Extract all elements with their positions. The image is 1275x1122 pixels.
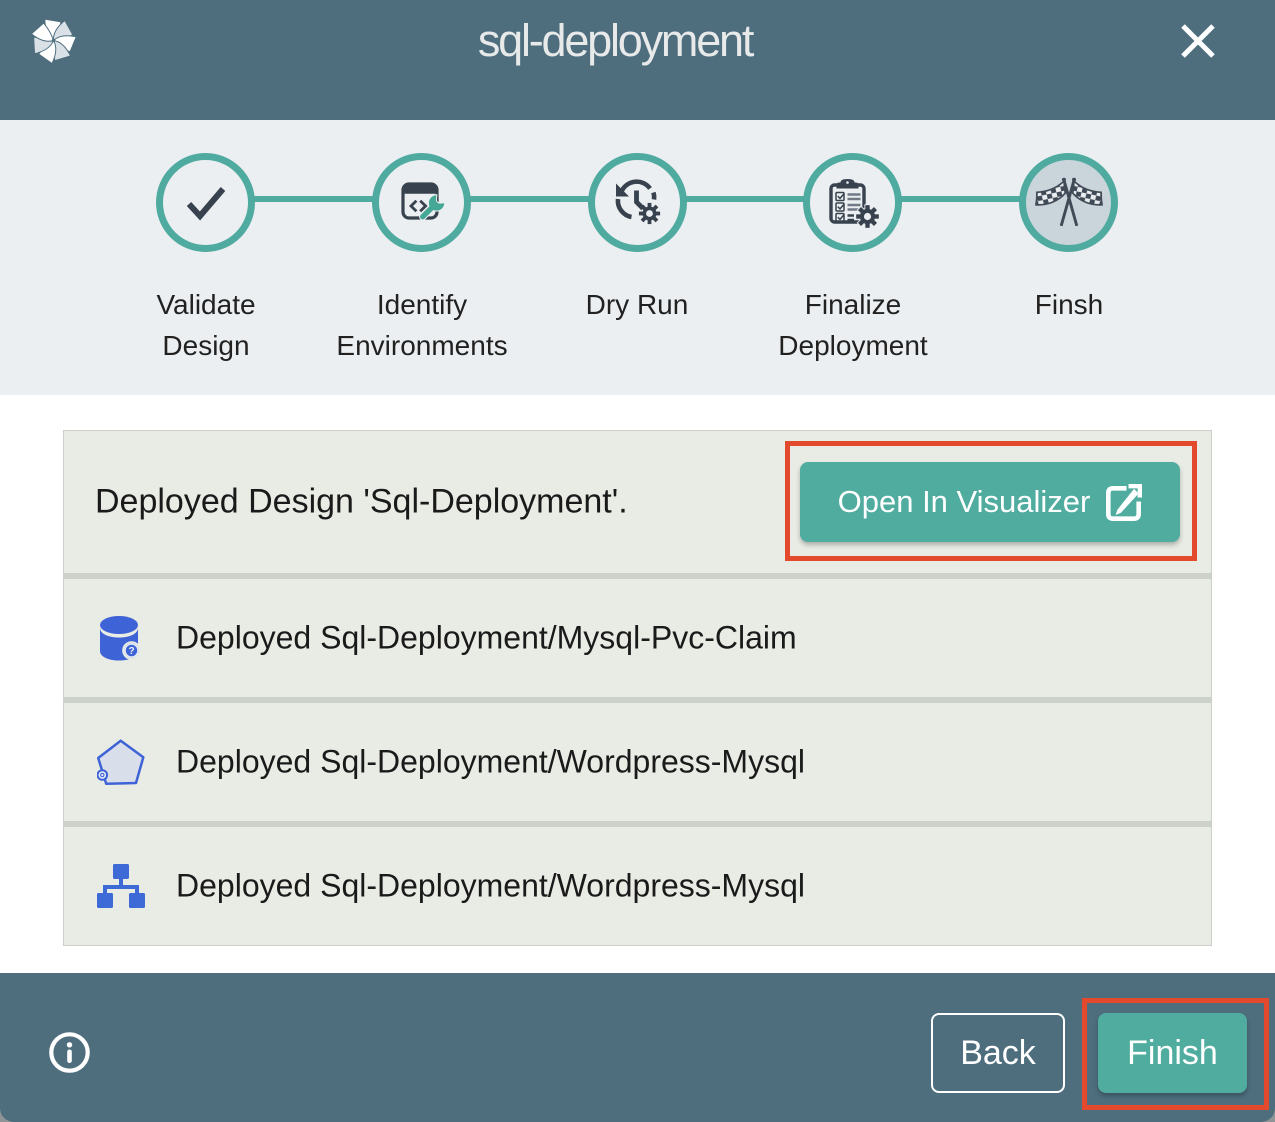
svg-text:?: ? (128, 646, 134, 657)
